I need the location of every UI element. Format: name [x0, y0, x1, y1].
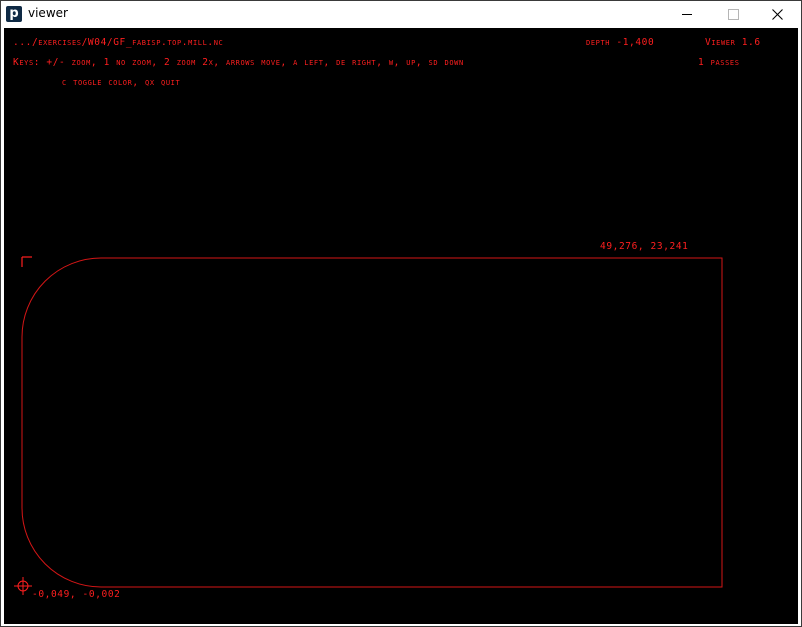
window-title: viewer: [28, 6, 68, 20]
close-button[interactable]: [755, 1, 801, 28]
maximize-button[interactable]: [710, 1, 756, 28]
minimize-button[interactable]: [664, 1, 710, 28]
title-bar[interactable]: p viewer: [1, 1, 801, 28]
maximize-icon: [728, 9, 739, 20]
crosshair-icon: [14, 577, 32, 595]
corner-marker-icon: [21, 256, 32, 267]
app-icon-letter: p: [9, 6, 19, 21]
close-icon: [772, 9, 783, 20]
viewer-canvas[interactable]: .../exercises/W04/GF_fabisp.top.mill.nc …: [4, 28, 798, 624]
viewer-window: p viewer .../exercises/W04/GF_fabisp.top…: [0, 0, 802, 627]
app-icon: p: [6, 6, 22, 22]
board-outline: [21, 257, 723, 588]
toolpath-drawing: [14, 256, 723, 595]
minimize-icon: [682, 14, 692, 15]
